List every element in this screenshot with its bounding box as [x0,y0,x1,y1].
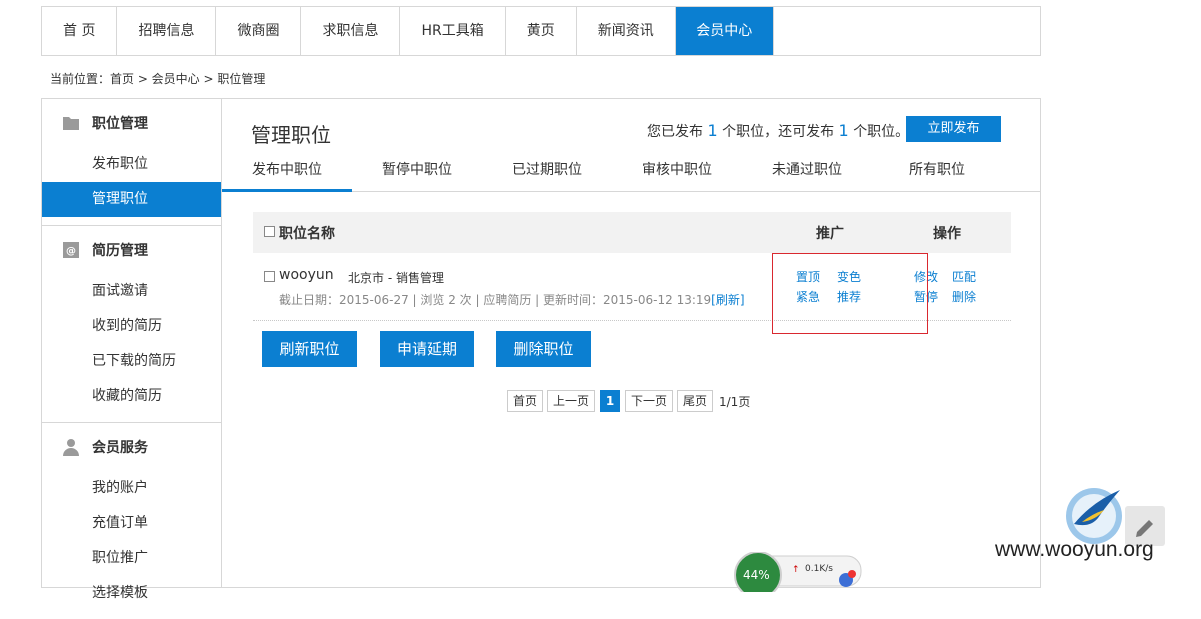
stat-mid: 个职位，还可发布 [722,124,835,140]
page-first[interactable]: 首页 [507,390,543,412]
job-location: 北京市 - 销售管理 [348,271,444,285]
sidebar-section-jobs: 职位管理 发布职位 管理职位 [42,99,222,226]
tab-published[interactable]: 发布中职位 [222,159,352,192]
refresh-link[interactable]: [刷新] [711,293,744,307]
table-header: 职位名称 推广 操作 [253,212,1011,253]
apply-extension-button[interactable]: 申请延期 [380,331,474,367]
tab-expired[interactable]: 已过期职位 [482,159,612,192]
nav-weishang[interactable]: 微商圈 [216,7,302,55]
stat-suffix: 个职位。 [853,124,910,140]
page-last[interactable]: 尾页 [677,390,713,412]
sidebar-item-publish-job[interactable]: 发布职位 [42,147,222,182]
publish-now-button[interactable]: 立即发布 [906,116,1001,142]
stat-prefix: 您已发布 [647,124,703,140]
job-meta: 截止日期：2015-06-27 | 浏览 2 次 | 应聘简历 | 更新时间：2… [279,291,745,308]
sidebar-item-saved-resumes[interactable]: 收藏的简历 [42,379,222,414]
sidebar-item-interview-invites[interactable]: 面试邀请 [42,274,222,309]
page-current[interactable]: 1 [600,390,620,412]
sidebar-section-title: 会员服务 [42,423,222,471]
sidebar-item-manage-jobs[interactable]: 管理职位 [42,182,222,217]
tab-all[interactable]: 所有职位 [872,159,1002,192]
svg-text:↑: ↑ [792,565,800,575]
job-status-tabs: 发布中职位 暂停中职位 已过期职位 审核中职位 未通过职位 所有职位 [222,151,1040,192]
top-nav: 首 页 招聘信息 微商圈 求职信息 HR工具箱 黄页 新闻资讯 会员中心 [41,6,1041,56]
bird-logo-icon [1062,484,1126,546]
row-checkbox[interactable] [264,271,275,282]
sidebar-item-recharge-orders[interactable]: 充值订单 [42,506,222,541]
job-title-link[interactable]: wooyun [279,267,334,283]
page-next[interactable]: 下一页 [625,390,673,412]
folder-icon [62,114,80,132]
sidebar-section-resumes: @ 简历管理 面试邀请 收到的简历 已下载的简历 收藏的简历 [42,226,222,423]
sidebar-item-select-template[interactable]: 选择模板 [42,576,222,611]
main-panel: 管理职位 您已发布 1 个职位，还可发布 1 个职位。 立即发布 发布中职位 暂… [221,98,1041,588]
delete-jobs-button[interactable]: 删除职位 [496,331,591,367]
nav-jobs[interactable]: 招聘信息 [117,7,217,55]
sidebar-section-title: @ 简历管理 [42,226,222,274]
watermark: www.wooyun.org [995,538,1154,561]
highlight-box [772,253,928,334]
page-prev[interactable]: 上一页 [547,390,595,412]
nav-job-seeking[interactable]: 求职信息 [301,7,401,55]
user-icon [62,438,80,456]
delete-link[interactable]: 删除 [952,288,976,305]
page-title: 管理职位 [251,123,331,147]
remaining-count: 1 [838,121,849,140]
nav-yellow-pages[interactable]: 黄页 [506,7,577,55]
published-count: 1 [707,121,718,140]
sidebar: 职位管理 发布职位 管理职位 @ 简历管理 面试邀请 收到的简历 已下载的简历 … [41,98,222,601]
job-meta-text: 截止日期：2015-06-27 | 浏览 2 次 | 应聘简历 | 更新时间：2… [279,293,712,307]
publish-stat: 您已发布 1 个职位，还可发布 1 个职位。 [647,121,909,141]
resume-icon: @ [62,241,80,259]
nav-hr-tools[interactable]: HR工具箱 [400,7,506,55]
header-promotion: 推广 [816,226,844,242]
refresh-jobs-button[interactable]: 刷新职位 [262,331,357,367]
match-link[interactable]: 匹配 [952,268,976,285]
tab-reviewing[interactable]: 审核中职位 [612,159,742,192]
tab-paused[interactable]: 暂停中职位 [352,159,482,192]
breadcrumb: 当前位置：首页 > 会员中心 > 职位管理 [50,72,266,86]
svg-text:@: @ [66,246,76,257]
select-all-checkbox[interactable] [264,226,275,237]
nav-home[interactable]: 首 页 [42,7,118,55]
sidebar-item-my-account[interactable]: 我的账户 [42,471,222,506]
sidebar-section-label: 会员服务 [92,440,148,456]
header-operation: 操作 [933,226,961,242]
nav-news[interactable]: 新闻资讯 [577,7,676,55]
sidebar-item-downloaded-resumes[interactable]: 已下载的简历 [42,344,222,379]
sidebar-item-job-promotion[interactable]: 职位推广 [42,541,222,576]
sidebar-section-title: 职位管理 [42,99,222,147]
sidebar-section-label: 简历管理 [92,243,148,259]
page-info: 1/1页 [719,395,751,409]
sidebar-section-member: 会员服务 我的账户 充值订单 职位推广 选择模板 [42,423,222,619]
tab-rejected[interactable]: 未通过职位 [742,159,872,192]
nav-member-center[interactable]: 会员中心 [675,7,774,55]
speed-widget[interactable]: ↑ 44% 0.1K/s [733,551,863,599]
speed-rate: 0.1K/s [805,564,833,574]
sidebar-section-label: 职位管理 [92,116,148,132]
sidebar-item-received-resumes[interactable]: 收到的简历 [42,309,222,344]
header-job-name: 职位名称 [279,226,335,242]
